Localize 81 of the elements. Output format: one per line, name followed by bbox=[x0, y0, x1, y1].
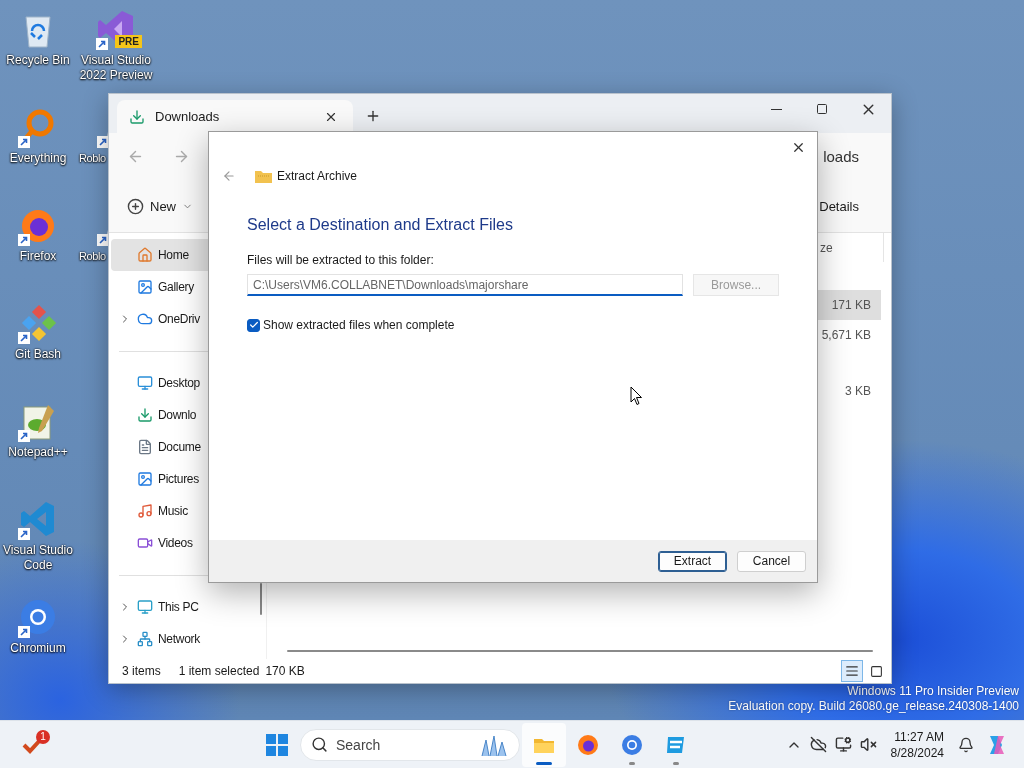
mouse-cursor-icon bbox=[630, 386, 643, 406]
new-button[interactable]: New bbox=[121, 193, 199, 219]
windows-logo-icon bbox=[266, 733, 288, 756]
network-icon bbox=[137, 631, 153, 647]
selection-info: 1 item selected bbox=[178, 664, 260, 678]
bell-icon[interactable] bbox=[958, 736, 974, 753]
desktop-icon-label: Recycle Bin bbox=[6, 53, 70, 68]
peaks-icon bbox=[479, 733, 509, 756]
cloud-off-icon[interactable] bbox=[809, 736, 827, 753]
shortcut-arrow-icon bbox=[18, 136, 30, 148]
shortcut-arrow-icon bbox=[18, 332, 30, 344]
checkbox[interactable] bbox=[247, 318, 260, 332]
destination-field[interactable]: C:\Users\VM6.COLLABNET\Downloads\majorshare bbox=[247, 274, 684, 296]
item-count: 3 items bbox=[122, 664, 161, 678]
music-note-icon bbox=[137, 503, 153, 519]
sidebar-item[interactable]: Network bbox=[111, 623, 256, 655]
desktop-notice-text: Evaluation copy. Build 26080.ge_release.240308-1400 bbox=[728, 699, 1019, 714]
ring-globe-icon bbox=[18, 597, 58, 637]
square-icon bbox=[869, 664, 883, 678]
window-tab[interactable]: Downloads bbox=[117, 100, 353, 133]
dialog-button[interactable]: Extract bbox=[658, 550, 727, 572]
search-button[interactable]: Search bbox=[300, 728, 520, 761]
notification-badge: 1 bbox=[36, 729, 50, 744]
shortcut-arrow-icon bbox=[18, 528, 30, 540]
desktop-icon-label: Visual Studio Code bbox=[2, 543, 74, 573]
preview-badge: PRE bbox=[115, 35, 142, 48]
selection-size: 170 KB bbox=[265, 664, 305, 678]
shortcut-arrow-icon bbox=[18, 430, 30, 442]
plus-circle-icon bbox=[127, 197, 144, 215]
desktop-icon-label: Visual Studio 2022 Preview bbox=[78, 53, 154, 83]
sidebar-item[interactable]: Pictures bbox=[111, 463, 256, 495]
download-icon bbox=[129, 108, 145, 125]
taskbar-app-button[interactable] bbox=[522, 722, 566, 767]
scrollbar-thumb[interactable] bbox=[287, 650, 873, 652]
dialog-heading: Select a Destination and Extract Files bbox=[247, 215, 514, 235]
scrollbar-thumb[interactable] bbox=[260, 583, 262, 615]
checkbox-label: Show extracted files when complete bbox=[263, 318, 455, 332]
clock[interactable]: 11:27 AM 8/28/2024 bbox=[890, 728, 944, 761]
sidebar-item[interactable]: Desktop bbox=[111, 367, 256, 399]
video-icon bbox=[137, 535, 153, 551]
zipped-folder-icon bbox=[255, 169, 272, 183]
desktop-icon-label: Firefox bbox=[19, 249, 57, 264]
check-icon bbox=[248, 320, 259, 330]
picture-icon bbox=[137, 279, 153, 295]
desktop-icon-label: Chromium bbox=[10, 641, 66, 656]
desktop-icon-label: Roblo bbox=[79, 249, 106, 264]
ring-globe-icon bbox=[620, 732, 644, 757]
shortcut-arrow-icon bbox=[18, 626, 30, 638]
list-icon bbox=[845, 664, 859, 678]
monitor-icon bbox=[137, 375, 153, 391]
sidebar-item[interactable]: OneDriv bbox=[111, 303, 256, 335]
column-header[interactable]: ze bbox=[820, 233, 884, 262]
plus-icon bbox=[365, 108, 381, 124]
minimize-icon bbox=[770, 108, 782, 110]
shortcut-arrow-icon bbox=[96, 38, 108, 50]
sidebar-item[interactable]: Docume bbox=[111, 431, 256, 463]
desktop-icon-label: Everything bbox=[9, 151, 67, 166]
sidebar-item[interactable]: Music bbox=[111, 495, 256, 527]
address-bar-text: loads bbox=[823, 148, 859, 165]
sidebar-item[interactable]: This PC bbox=[111, 591, 256, 623]
speaker-muted-icon[interactable] bbox=[859, 736, 877, 753]
download-icon bbox=[137, 407, 153, 423]
dialog-breadcrumb: Extract Archive bbox=[277, 169, 358, 183]
desktop-icon-label: Git Bash bbox=[15, 347, 61, 362]
sidebar-item[interactable]: Downlo bbox=[111, 399, 256, 431]
document-icon bbox=[137, 439, 153, 455]
details-view-button[interactable] bbox=[841, 660, 863, 682]
monitor-icon bbox=[137, 599, 153, 615]
maximize-icon bbox=[816, 103, 828, 115]
dialog-button[interactable]: Cancel bbox=[737, 550, 806, 572]
cloud-icon bbox=[137, 311, 153, 327]
desktop-notice-text: Windows 11 Pro Insider Preview bbox=[847, 684, 1019, 699]
home-icon bbox=[137, 247, 153, 263]
shortcut-arrow-icon bbox=[18, 234, 30, 246]
desktop-icon-label: Roblo bbox=[79, 151, 106, 166]
fox-globe-icon bbox=[576, 732, 600, 757]
desktop-icon-label: Notepad++ bbox=[8, 445, 68, 460]
monitor-icon[interactable] bbox=[834, 736, 852, 753]
sidebar-item[interactable]: Videos bbox=[111, 527, 256, 559]
picture-icon bbox=[137, 471, 153, 487]
search-icon bbox=[311, 736, 328, 753]
